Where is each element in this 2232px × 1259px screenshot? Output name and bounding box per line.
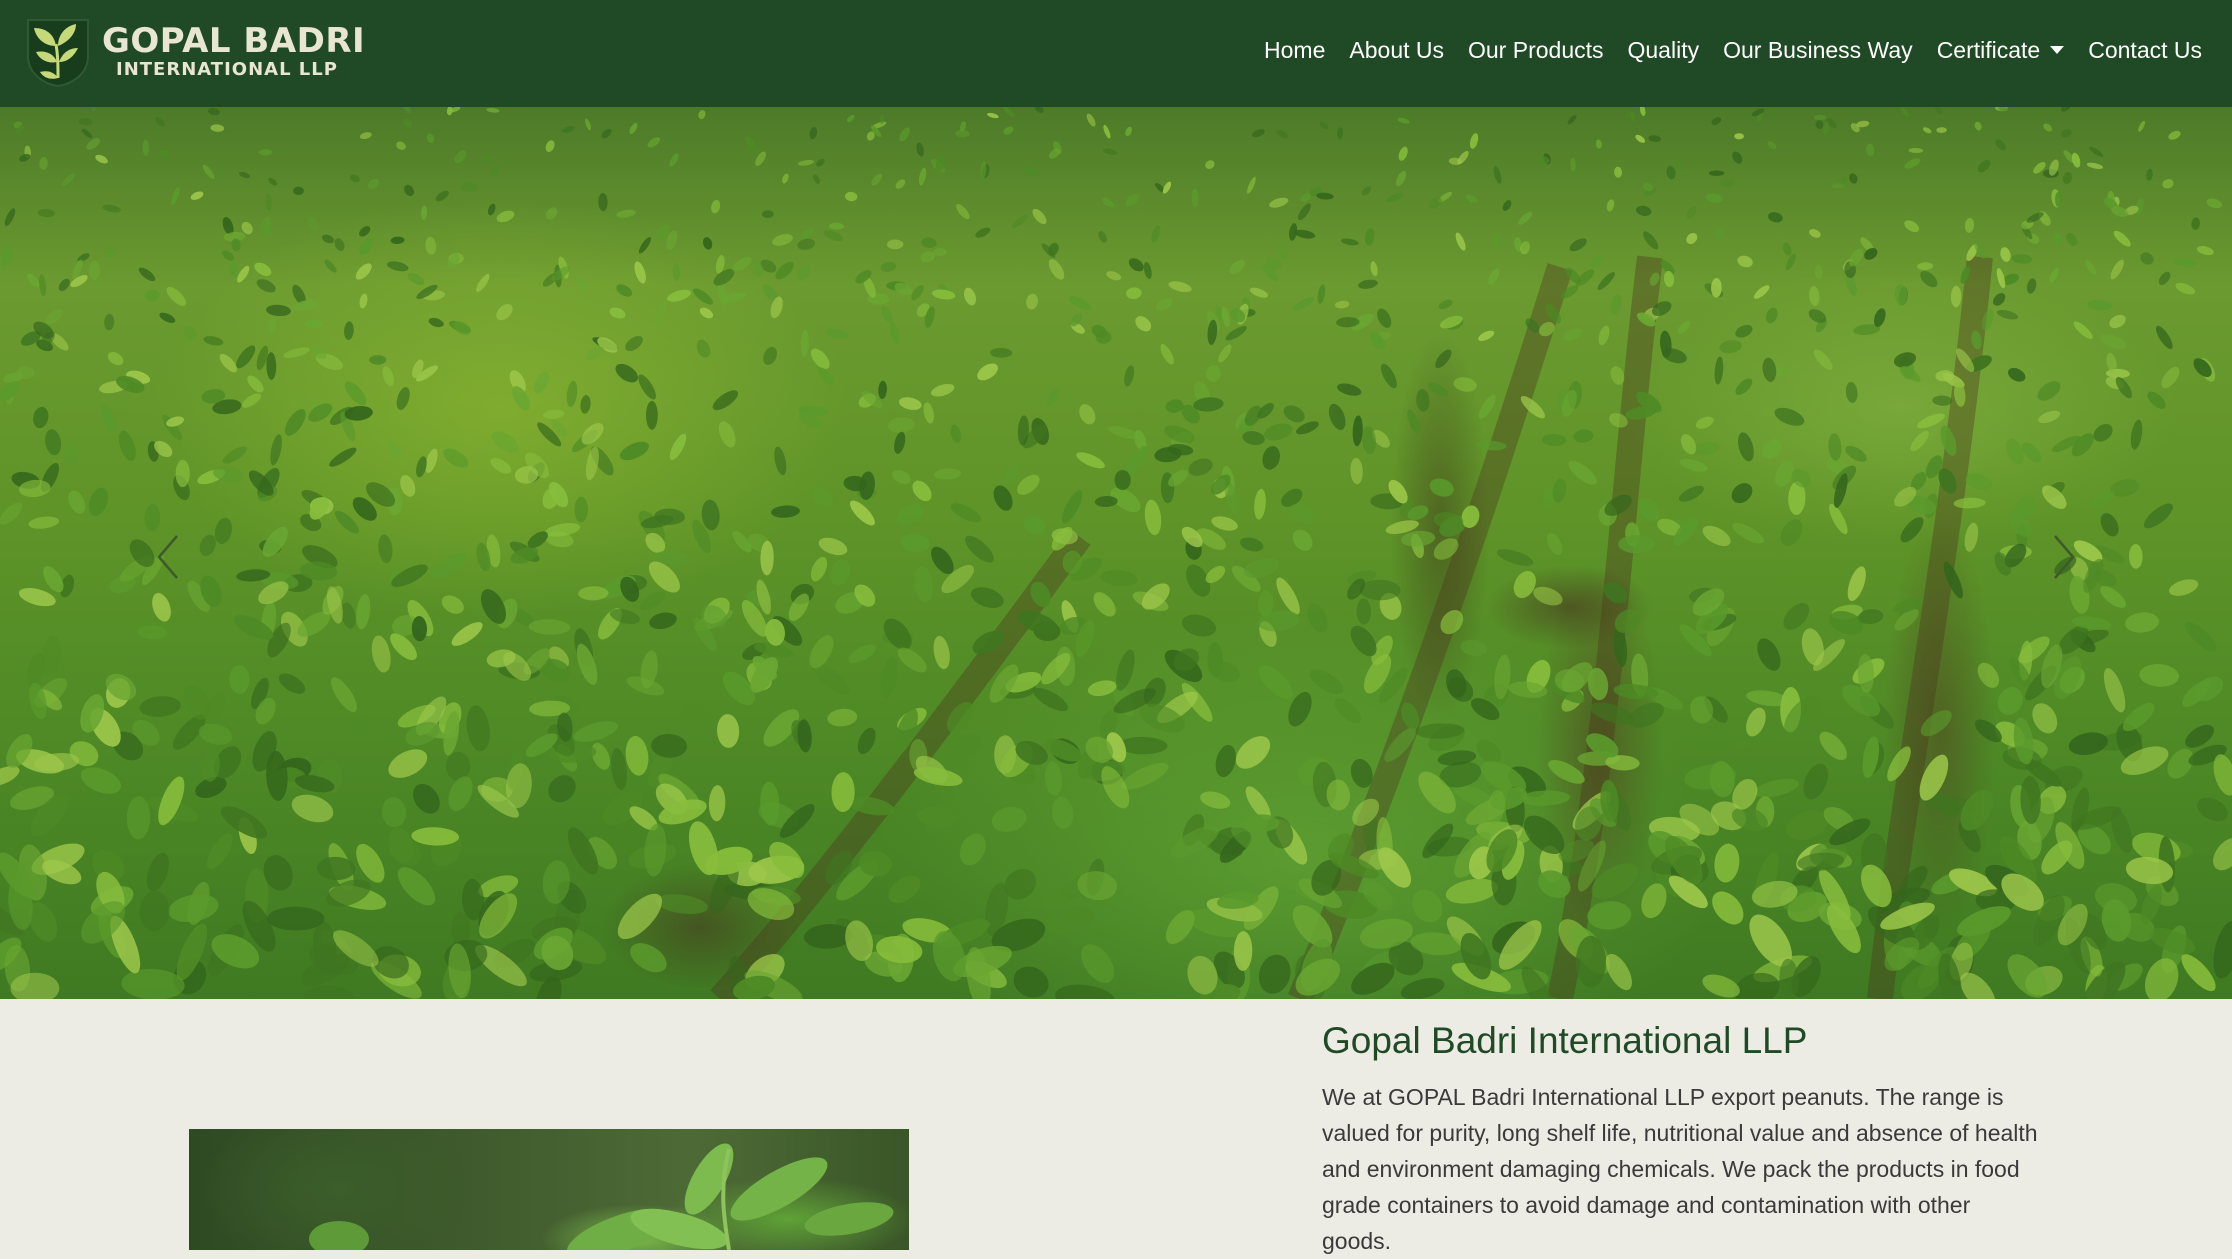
nav-certificate-label: Certificate bbox=[1936, 36, 2041, 63]
carousel-next-button[interactable] bbox=[2034, 517, 2094, 597]
peanut-leaves-image bbox=[309, 1143, 894, 1250]
hero-image-peanut-field bbox=[0, 107, 2232, 999]
nav-certificate-dropdown[interactable]: Certificate bbox=[1937, 37, 2065, 64]
about-image-peanut-plant bbox=[189, 1129, 909, 1250]
hero-carousel bbox=[0, 107, 2232, 999]
navbar: GOPAL BADRI INTERNATIONAL LLP Home About… bbox=[0, 0, 2232, 107]
main-nav: Home About Us Our Products Quality Our B… bbox=[1240, 0, 2202, 100]
nav-quality[interactable]: Quality bbox=[1628, 37, 1700, 64]
nav-home[interactable]: Home bbox=[1264, 37, 1325, 64]
chevron-right-icon bbox=[2054, 535, 2075, 579]
nav-our-business-way[interactable]: Our Business Way bbox=[1723, 37, 1913, 64]
about-description: We at GOPAL Badri International LLP expo… bbox=[1322, 1084, 2038, 1254]
nav-our-products[interactable]: Our Products bbox=[1468, 37, 1604, 64]
brand-logo[interactable]: GOPAL BADRI INTERNATIONAL LLP bbox=[22, 16, 365, 88]
nav-contact-us[interactable]: Contact Us bbox=[2088, 37, 2202, 64]
carousel-prev-button[interactable] bbox=[138, 517, 198, 597]
caret-down-icon bbox=[2050, 46, 2065, 54]
about-title: Gopal Badri International LLP bbox=[1322, 1020, 1808, 1061]
chevron-left-icon bbox=[157, 535, 178, 579]
leaf-shield-icon bbox=[27, 19, 89, 88]
brand-subtitle: INTERNATIONAL LLP bbox=[116, 59, 338, 80]
brand-name: GOPAL BADRI bbox=[102, 21, 366, 61]
nav-about-us[interactable]: About Us bbox=[1349, 37, 1444, 64]
